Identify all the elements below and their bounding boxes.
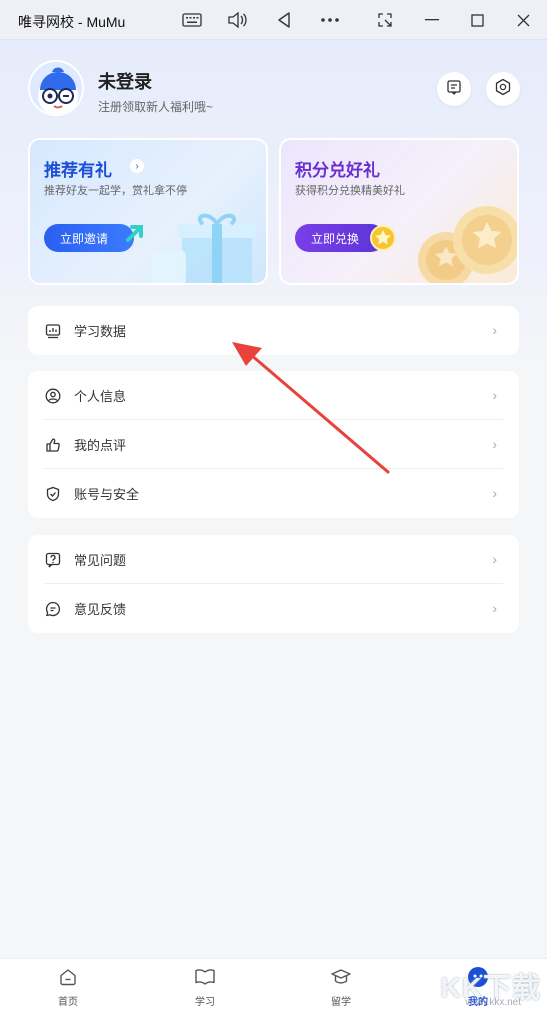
question-icon [44, 551, 62, 569]
maximize-icon[interactable] [465, 8, 489, 32]
tab-home[interactable]: 首页 [38, 965, 98, 1008]
chevron-right-icon: › [130, 159, 144, 173]
book-icon [175, 965, 235, 989]
home-icon [38, 965, 98, 989]
volume-icon[interactable] [225, 8, 249, 32]
chevron-right-icon: › [492, 551, 497, 567]
messages-button[interactable] [437, 72, 471, 106]
tab-label: 学习 [195, 997, 215, 1008]
feedback-icon [44, 600, 62, 618]
gear-icon [494, 78, 512, 101]
referral-card[interactable]: 推荐有礼 › 推荐好友一起学，赏礼拿不停 立即邀请 [28, 138, 268, 285]
menu-item-feedback[interactable]: 意见反馈 › [28, 584, 519, 633]
window-titlebar: 唯寻网校 - MuMu [0, 0, 547, 40]
invite-button-label: 立即邀请 [60, 231, 109, 246]
back-icon[interactable] [272, 8, 296, 32]
tab-label: 留学 [331, 997, 351, 1008]
thumbs-up-icon [44, 436, 62, 454]
menu-group-help: 常见问题 › 意见反馈 › [28, 535, 519, 633]
points-card-desc: 获得积分兑换精美好礼 [295, 185, 405, 197]
menu-item-label: 账号与安全 [74, 487, 140, 502]
settings-button[interactable] [486, 72, 520, 106]
gold-coins-icon [411, 198, 517, 283]
chart-icon [44, 322, 62, 340]
redeem-button-label: 立即兑换 [311, 231, 360, 246]
tab-label: 首页 [58, 997, 78, 1008]
points-card-title: 积分兑好礼 [295, 161, 380, 180]
watermark-url: www.kkx.net [465, 997, 521, 1008]
app-screen: 未登录 注册领取新人福利哦~ 推荐有礼 › 推荐好友一起学，赏礼拿不停 立即邀请 [0, 40, 547, 1010]
gift-box-icon [152, 210, 266, 283]
avatar[interactable] [28, 60, 84, 116]
profile-name[interactable]: 未登录 [98, 68, 152, 94]
minimize-icon[interactable] [420, 8, 444, 32]
chevron-right-icon: › [492, 322, 497, 338]
menu-item-label: 个人信息 [74, 389, 127, 404]
close-icon[interactable] [511, 8, 535, 32]
menu-item-faq[interactable]: 常见问题 › [28, 535, 519, 584]
referral-card-desc: 推荐好友一起学，赏礼拿不停 [44, 185, 187, 197]
menu-item-label: 常见问题 [74, 553, 127, 568]
profile-subtitle[interactable]: 注册领取新人福利哦~ [98, 98, 213, 115]
menu-item-label: 意见反馈 [74, 602, 127, 617]
graduation-cap-icon [311, 965, 371, 989]
more-icon[interactable] [318, 8, 342, 32]
star-coin-icon [369, 224, 397, 257]
points-card[interactable]: 积分兑好礼 获得积分兑换精美好礼 立即兑换 [279, 138, 519, 285]
arrow-up-right-icon [124, 222, 146, 249]
shield-icon [44, 485, 62, 503]
message-icon [446, 79, 462, 100]
tab-study[interactable]: 学习 [175, 965, 235, 1008]
chevron-right-icon: › [492, 387, 497, 403]
chevron-right-icon: › [492, 485, 497, 501]
menu-item-label: 我的点评 [74, 438, 127, 453]
referral-card-title: 推荐有礼 [44, 161, 112, 180]
bottom-tab-bar: 首页 学习 留学 我的 KK下载 www.kkx.net [0, 958, 547, 1010]
chevron-right-icon: › [492, 600, 497, 616]
screenshot-icon[interactable] [373, 8, 397, 32]
user-icon [44, 387, 62, 405]
profile-header[interactable]: 未登录 注册领取新人福利哦~ [28, 60, 213, 116]
keyboard-icon[interactable] [180, 8, 204, 32]
invite-button[interactable]: 立即邀请 [44, 224, 134, 252]
chevron-right-icon: › [492, 436, 497, 452]
tab-study-abroad[interactable]: 留学 [311, 965, 371, 1008]
menu-item-label: 学习数据 [74, 324, 127, 339]
annotation-arrow [232, 342, 390, 474]
window-title: 唯寻网校 - MuMu [18, 14, 126, 30]
